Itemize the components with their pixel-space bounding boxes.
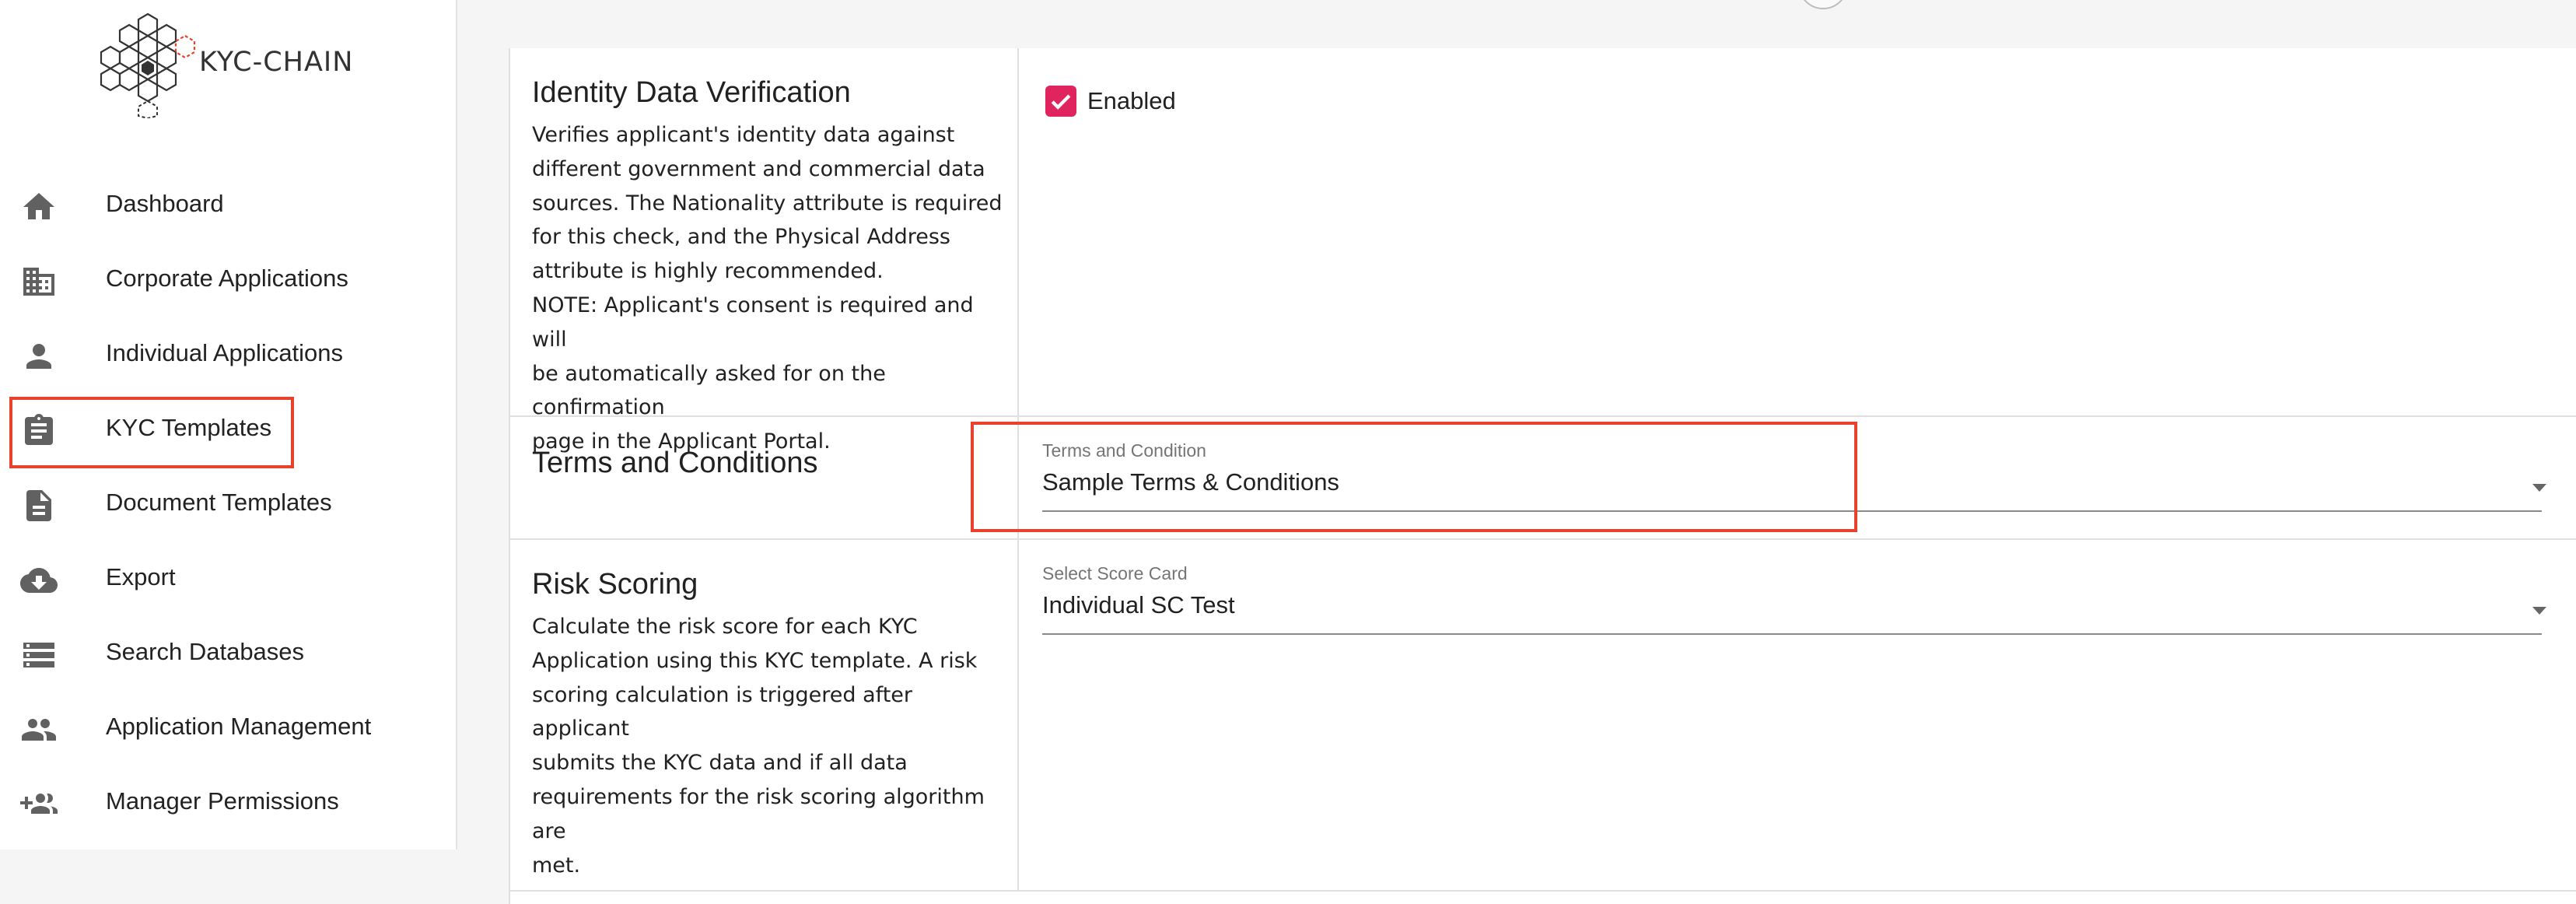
terms-and-conditions-title: Terms and Conditions bbox=[532, 447, 818, 479]
terms-and-conditions-info: Terms and Conditions bbox=[510, 417, 1019, 538]
sidebar-item-application-management[interactable]: Application Management bbox=[0, 692, 457, 767]
description-line: Verifies applicant's identity data again… bbox=[532, 123, 955, 147]
risk-scoring-row: Risk Scoring Calculate the risk score fo… bbox=[510, 540, 2576, 892]
sidebar-item-label: KYC Templates bbox=[106, 414, 272, 441]
risk-scoring-description: Calculate the risk score for each KYC Ap… bbox=[532, 610, 1006, 882]
kyc-template-settings-card: Identity Data Verification Verifies appl… bbox=[509, 48, 2576, 904]
clipboard-icon bbox=[25, 414, 53, 445]
terms-and-condition-select[interactable]: Terms and Condition Sample Terms & Condi… bbox=[1019, 417, 2576, 540]
person-icon bbox=[26, 344, 51, 369]
select-underline bbox=[1042, 633, 2542, 635]
terms-select-value: Sample Terms & Conditions bbox=[1042, 468, 1339, 496]
building-icon bbox=[23, 268, 54, 296]
description-line: Application using this KYC template. A r… bbox=[532, 648, 978, 673]
kyc-chain-logo[interactable]: KYC-CHAIN bbox=[96, 9, 361, 118]
sidebar-item-label: Dashboard bbox=[106, 190, 224, 217]
top-bar bbox=[457, 0, 2576, 48]
terms-and-conditions-controls: Terms and Condition Sample Terms & Condi… bbox=[1019, 417, 2576, 538]
home-icon bbox=[23, 193, 54, 219]
dropdown-arrow-icon bbox=[2532, 607, 2546, 615]
sidebar-item-label: Document Templates bbox=[106, 489, 332, 516]
description-line: attribute is highly recommended. bbox=[532, 259, 884, 284]
enabled-checkbox-label: Enabled bbox=[1087, 87, 1176, 114]
description-line: different government and commercial data bbox=[532, 156, 985, 181]
sidebar-item-label: Search Databases bbox=[106, 638, 305, 665]
logo-text: KYC-CHAIN bbox=[199, 47, 354, 78]
top-action-button[interactable] bbox=[1798, 0, 1848, 9]
cloud-download-icon bbox=[20, 568, 58, 593]
sidebar-item-search-databases[interactable]: Search Databases bbox=[0, 618, 457, 692]
identity-verification-row: Identity Data Verification Verifies appl… bbox=[510, 48, 2576, 454]
description-line: sources. The Nationality attribute is re… bbox=[532, 191, 1003, 215]
sidebar: KYC-CHAIN Dashboard Corporate Applicatio… bbox=[0, 0, 457, 850]
enabled-checkbox[interactable] bbox=[1045, 86, 1076, 117]
sidebar-item-label: Corporate Applications bbox=[106, 265, 348, 292]
dropdown-arrow-icon bbox=[2532, 484, 2546, 492]
select-underline bbox=[1042, 510, 2542, 512]
list-icon bbox=[23, 643, 54, 667]
document-icon bbox=[26, 490, 51, 521]
add-group-icon bbox=[20, 794, 58, 814]
score-card-select-label: Select Score Card bbox=[1042, 563, 1188, 583]
terms-and-conditions-row: Terms and Conditions Terms and Condition… bbox=[510, 417, 2576, 540]
risk-scoring-controls: Select Score Card Individual SC Test bbox=[1019, 540, 2576, 890]
description-line: be automatically asked for on the confir… bbox=[532, 361, 886, 420]
description-line: scoring calculation is triggered after a… bbox=[532, 682, 913, 741]
check-icon bbox=[1051, 94, 1071, 110]
identity-verification-description: Verifies applicant's identity data again… bbox=[532, 118, 1006, 459]
identity-verification-info: Identity Data Verification Verifies appl… bbox=[510, 48, 1019, 454]
sidebar-item-corporate-applications[interactable]: Corporate Applications bbox=[0, 244, 457, 319]
terms-select-label: Terms and Condition bbox=[1042, 440, 1206, 461]
description-line: requirements for the risk scoring algori… bbox=[532, 784, 985, 843]
sidebar-item-document-templates[interactable]: Document Templates bbox=[0, 468, 457, 543]
score-card-select-value: Individual SC Test bbox=[1042, 591, 1235, 618]
hexagon-logo-icon bbox=[100, 12, 196, 118]
risk-scoring-info: Risk Scoring Calculate the risk score fo… bbox=[510, 540, 1019, 890]
sidebar-item-label: Application Management bbox=[106, 713, 372, 740]
score-card-select[interactable]: Select Score Card Individual SC Test bbox=[1019, 540, 2576, 663]
sidebar-item-label: Export bbox=[106, 563, 176, 590]
risk-scoring-title: Risk Scoring bbox=[532, 568, 698, 601]
sidebar-item-export[interactable]: Export bbox=[0, 543, 457, 618]
sidebar-item-label: Individual Applications bbox=[106, 339, 344, 366]
description-line: submits the KYC data and if all data bbox=[532, 751, 908, 776]
main-content: Identity Data Verification Verifies appl… bbox=[457, 0, 2576, 904]
description-line: met. bbox=[532, 853, 581, 878]
sidebar-item-individual-applications[interactable]: Individual Applications bbox=[0, 319, 457, 394]
sidebar-item-dashboard[interactable]: Dashboard bbox=[0, 170, 457, 244]
description-line: for this check, and the Physical Address bbox=[532, 225, 950, 250]
identity-verification-title: Identity Data Verification bbox=[532, 76, 851, 109]
description-line: Calculate the risk score for each KYC bbox=[532, 615, 918, 639]
sidebar-item-label: Manager Permissions bbox=[106, 787, 339, 815]
group-icon bbox=[22, 719, 56, 741]
description-line: NOTE: Applicant's consent is required an… bbox=[532, 293, 974, 352]
sidebar-item-manager-permissions[interactable]: Manager Permissions bbox=[0, 767, 457, 842]
sidebar-item-kyc-templates[interactable]: KYC Templates bbox=[0, 394, 457, 468]
identity-verification-controls: Enabled bbox=[1019, 48, 2576, 415]
